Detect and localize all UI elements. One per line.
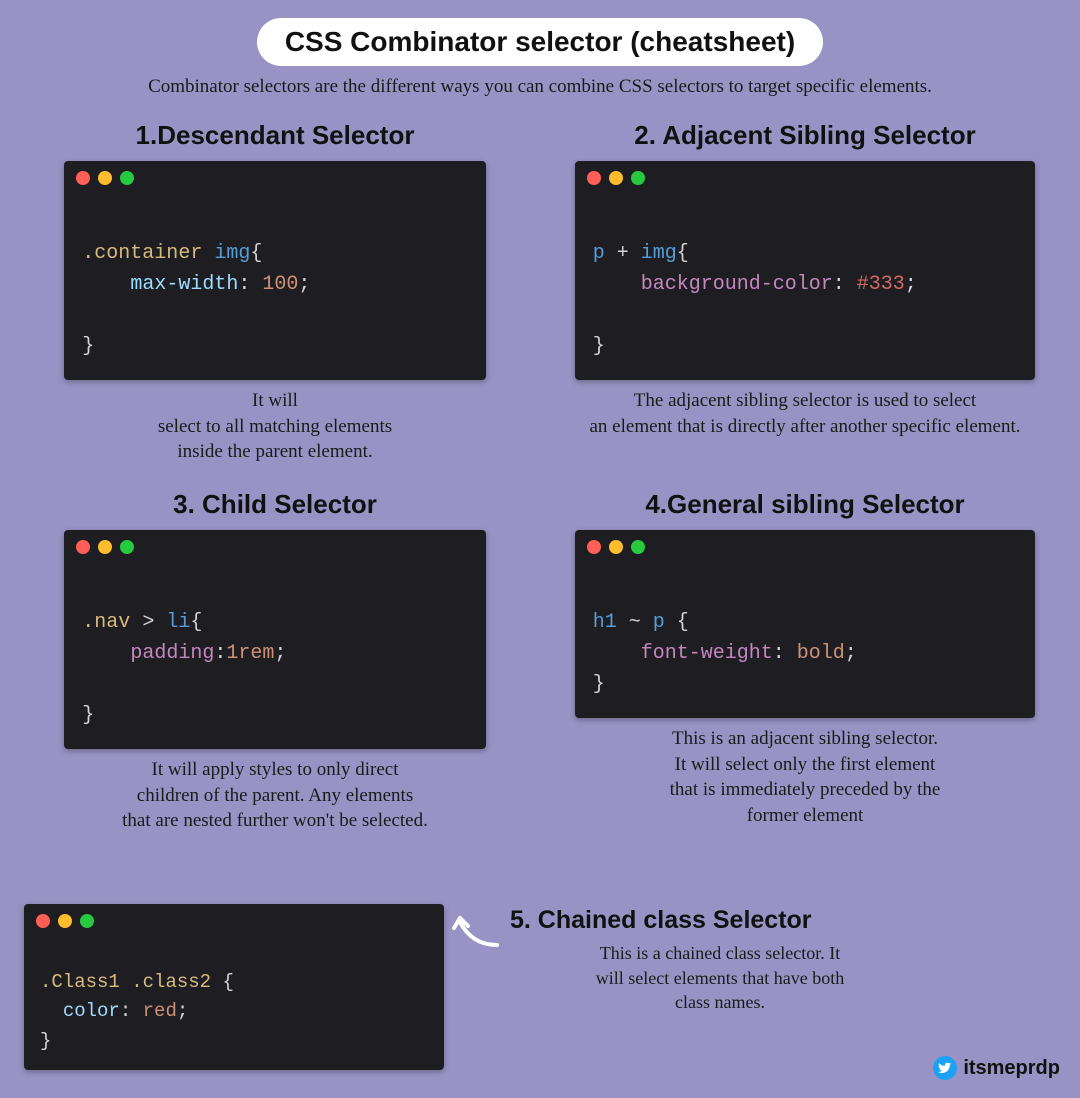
code-block: .nav > li{ padding:1rem; } (64, 554, 485, 749)
token-value: red (143, 1000, 177, 1022)
token-brace: { (250, 242, 262, 265)
close-icon (76, 540, 90, 554)
token-colon: : (833, 273, 845, 296)
close-icon (587, 540, 601, 554)
close-icon (587, 171, 601, 185)
code-block: .Class1 .class2 { color: red; } (24, 928, 444, 1070)
section-desc: The adjacent sibling selector is used to… (560, 388, 1050, 439)
code-block: p + img{ background-color: #333; } (575, 185, 1036, 380)
token-prop: max-width (130, 273, 238, 296)
token-semi: ; (905, 273, 917, 296)
token-brace: { (677, 242, 689, 265)
window-traffic-lights (575, 530, 1036, 554)
section-desc: It will apply styles to only direct chil… (30, 757, 520, 834)
token-class: .nav (82, 611, 130, 634)
close-icon (76, 171, 90, 185)
token-colon: : (214, 642, 226, 665)
section-child: 3. Child Selector .nav > li{ padding:1re… (30, 481, 520, 844)
token-brace: { (190, 611, 202, 634)
token-op: > (142, 611, 154, 634)
token-prop: font-weight (641, 642, 773, 665)
token-brace: { (677, 611, 689, 634)
token-value: 1rem (226, 642, 274, 665)
code-window: .container img{ max-width: 100; } (64, 161, 485, 380)
token-class: .container (82, 242, 202, 265)
minimize-icon (609, 540, 623, 554)
token-op: + (617, 242, 629, 265)
token-brace: { (222, 971, 233, 993)
token-semi: ; (845, 642, 857, 665)
window-traffic-lights (575, 161, 1036, 185)
token-brace: } (593, 335, 605, 358)
token-class: .Class1 (40, 971, 120, 993)
token-value: 100 (262, 273, 298, 296)
token-class: .class2 (131, 971, 211, 993)
section-desc: It will select to all matching elements … (30, 388, 520, 465)
page-subtitle: Combinator selectors are the different w… (0, 76, 1080, 98)
token-prop: background-color (641, 273, 833, 296)
token-prop: color (63, 1000, 120, 1022)
section-title: 4.General sibling Selector (560, 489, 1050, 520)
window-traffic-lights (64, 161, 485, 185)
code-window: .Class1 .class2 { color: red; } (24, 904, 444, 1070)
window-traffic-lights (24, 904, 444, 928)
section-desc: This is an adjacent sibling selector. It… (560, 726, 1050, 829)
token-value: bold (797, 642, 845, 665)
maximize-icon (120, 171, 134, 185)
sections-grid: 1.Descendant Selector .container img{ ma… (0, 112, 1080, 844)
section-title: 5. Chained class Selector (510, 906, 930, 935)
token-tag: p (593, 242, 605, 265)
maximize-icon (80, 914, 94, 928)
close-icon (36, 914, 50, 928)
token-colon: : (773, 642, 785, 665)
token-tag: li (166, 611, 190, 634)
token-tag: h1 (593, 611, 617, 634)
token-semi: ; (274, 642, 286, 665)
token-brace: } (82, 704, 94, 727)
maximize-icon (120, 540, 134, 554)
token-colon: : (120, 1000, 131, 1022)
token-semi: ; (177, 1000, 188, 1022)
token-semi: ; (298, 273, 310, 296)
window-traffic-lights (64, 530, 485, 554)
section-title: 3. Child Selector (30, 489, 520, 520)
code-window: .nav > li{ padding:1rem; } (64, 530, 485, 749)
token-tag: img (641, 242, 677, 265)
section-adjacent-sibling: 2. Adjacent Sibling Selector p + img{ ba… (560, 112, 1050, 475)
minimize-icon (609, 171, 623, 185)
page-title: CSS Combinator selector (cheatsheet) (257, 18, 823, 66)
token-tag: img (214, 242, 250, 265)
credit-badge: itsmeprdp (933, 1056, 1060, 1080)
twitter-icon (933, 1056, 957, 1080)
section-title: 2. Adjacent Sibling Selector (560, 120, 1050, 151)
section-title: 1.Descendant Selector (30, 120, 520, 151)
credit-handle: itsmeprdp (963, 1057, 1060, 1080)
arrow-icon (452, 910, 502, 955)
code-window: h1 ~ p { font-weight: bold; } (575, 530, 1036, 718)
minimize-icon (98, 540, 112, 554)
section-desc: This is a chained class selector. It wil… (510, 941, 930, 1014)
token-op: ~ (629, 611, 641, 634)
minimize-icon (98, 171, 112, 185)
maximize-icon (631, 540, 645, 554)
token-colon: : (238, 273, 250, 296)
section-general-sibling: 4.General sibling Selector h1 ~ p { font… (560, 481, 1050, 844)
code-window: p + img{ background-color: #333; } (575, 161, 1036, 380)
token-tag: p (653, 611, 665, 634)
maximize-icon (631, 171, 645, 185)
token-brace: } (40, 1030, 51, 1052)
token-prop: padding (130, 642, 214, 665)
token-brace: } (82, 335, 94, 358)
minimize-icon (58, 914, 72, 928)
token-brace: } (593, 673, 605, 696)
code-block: h1 ~ p { font-weight: bold; } (575, 554, 1036, 718)
code-block: .container img{ max-width: 100; } (64, 185, 485, 380)
section-descendant: 1.Descendant Selector .container img{ ma… (30, 112, 520, 475)
token-value: #333 (857, 273, 905, 296)
section-chained-class: .Class1 .class2 { color: red; } 5. Chain… (12, 904, 930, 1078)
